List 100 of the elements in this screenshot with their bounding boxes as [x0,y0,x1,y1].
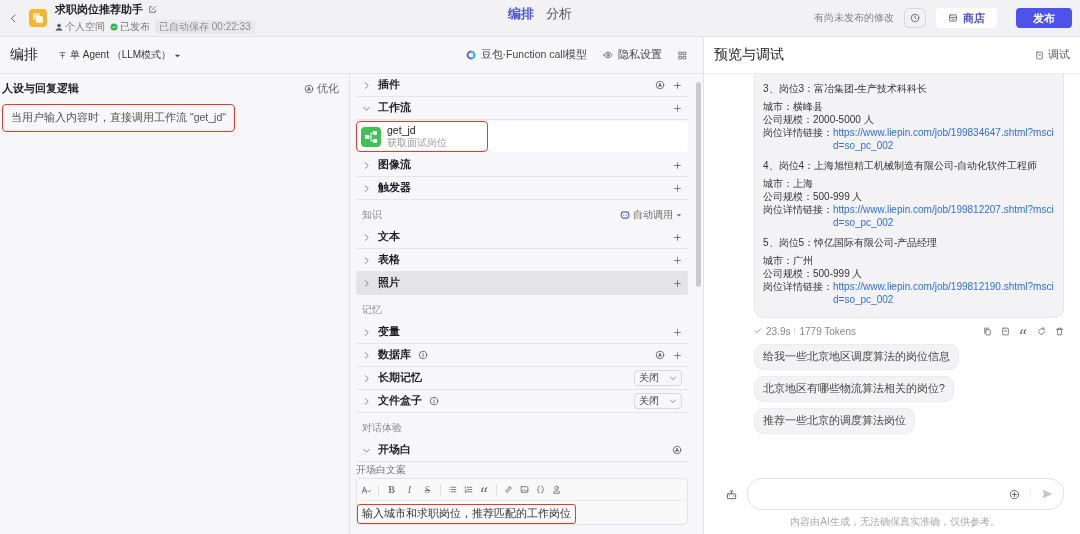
skill-name: 变量 [378,325,400,339]
check-icon [754,327,762,335]
job-heading: 4、岗位4：上海旭恒精工机械制造有限公司-自动化软件工程师 [763,159,1039,172]
tab[interactable]: 分析 [546,5,572,23]
select-dropdown[interactable]: 关闭 [634,393,682,409]
skill-row[interactable]: 变量 [356,321,688,344]
caret-icon [676,212,682,218]
chevron-right-icon [362,327,371,337]
chevron-right-icon [362,350,371,360]
grid-icon [678,50,687,60]
group-label: 对话体验 [362,421,402,435]
job-detail: 公司规模：500-999 人 [763,190,864,203]
add-icon [673,350,682,360]
select-dropdown[interactable]: 关闭 [634,370,682,386]
autosave-label: 已自动保存 00:22:33 [155,20,255,34]
skill-row[interactable]: 文本 [356,226,688,249]
job-detail: 公司规模：500-999 人 [763,267,864,280]
workflow-icon [361,126,381,147]
skill-row[interactable]: 照片 [356,272,688,295]
add-icon [673,327,682,337]
format-button[interactable]: B [386,484,397,495]
debug-button[interactable]: 调试 [1035,48,1070,62]
skill-row[interactable]: 文件盒子 关闭 [356,390,688,413]
send-icon[interactable] [1041,488,1053,500]
add-icon [673,103,682,113]
history-button[interactable] [904,8,926,28]
format-button[interactable]: I [404,484,415,495]
unpublished-note: 有尚未发布的修改 [814,11,894,25]
image-icon [520,485,529,494]
job-heading: 3、岗位3：富冶集团-生产技术科科长 [763,82,929,95]
chevron-right-icon [362,278,371,288]
skill-name: 文本 [378,230,400,244]
skill-name: 图像流 [378,158,411,172]
job-detail: 公司规模：2000-5000 人 [763,113,875,126]
document-icon [1035,50,1044,60]
add-icon [673,183,682,193]
refresh-icon [1037,326,1046,336]
grid-button[interactable] [678,50,687,60]
suggestion-chip[interactable]: 北京地区有哪些物流算法相关的岗位? [754,376,954,402]
suggestion-chip[interactable]: 推荐一些北京的调度算法岗位 [754,408,915,434]
add-circle-icon [1009,488,1020,500]
skill-row[interactable]: 工作流 [356,97,688,120]
add-icon [673,278,682,288]
braces-icon [536,485,545,494]
message-input[interactable] [747,478,1064,510]
panel-title: 预览与调试 [714,46,784,64]
workflow-description: 获取面试岗位 [387,137,447,149]
skill-name: 长期记忆 [378,371,422,385]
job-link[interactable]: https://www.liepin.com/job/199812207.shtml?mscid=so_pc_002 [833,203,1055,229]
job-detail: 城市：上海 [763,177,814,190]
link-label: 岗位详情链接： [763,203,833,217]
auto-call-dropdown[interactable]: 自动调用 [620,208,682,222]
link-label: 岗位详情链接： [763,126,833,140]
skill-row[interactable]: 数据库 [356,344,688,367]
published-icon [110,23,118,31]
skill-row[interactable]: 长期记忆 关闭 [356,367,688,390]
workflow-card[interactable]: get_jd 获取面试岗位 [356,121,688,152]
scrollbar-thumb[interactable] [696,82,701,287]
store-icon [948,13,958,23]
chevron-right-icon [362,373,371,383]
delete-icon [1055,326,1064,336]
opening-editor[interactable]: B I S 输入城市和求职岗位，推荐匹配的工作岗位 [356,478,688,525]
group-label: 记忆 [362,303,382,317]
text-size-icon [361,484,371,495]
model-button[interactable]: 豆包·Function call模型 [465,48,587,62]
status-label: 已发布 [120,20,150,34]
skill-row[interactable]: 触发器 [356,177,688,200]
edit-icon [148,5,157,14]
tab[interactable]: 编排 [508,5,534,23]
job-link[interactable]: https://www.liepin.com/job/199834647.shtml?mscid=so_pc_002 [833,126,1055,152]
auto-icon [304,84,314,94]
prompt-text[interactable]: 当用户输入内容时，直接调用工作流 "get_jd" [2,104,235,132]
skill-name: 数据库 [378,348,411,362]
document-icon [1001,326,1010,336]
agent-mode-dropdown[interactable]: 单 Agent （LLM模式） [58,48,182,62]
workflow-name: get_jd [387,124,417,137]
chevron-right-icon [362,396,371,406]
format-button[interactable]: S [422,484,433,495]
skill-name: 开场白 [378,443,411,457]
skill-name: 工作流 [378,101,411,115]
history-icon [910,13,920,23]
disclaimer: 内容由AI生成，无法确保真实准确，仅供参考。 [789,515,1001,529]
store-button[interactable]: 商店 [936,8,997,28]
optimize-button[interactable]: 优化 [304,82,339,96]
privacy-button[interactable]: 隐私设置 [603,48,662,62]
chevron-down-icon [669,397,677,405]
opening-text: 输入城市和求职岗位，推荐匹配的工作岗位 [357,504,576,524]
publish-button[interactable]: 发布 [1016,8,1072,28]
skill-row[interactable]: 插件 [356,74,688,97]
skill-name: 插件 [378,78,400,92]
skill-row[interactable]: 开场白 [356,439,688,462]
job-link[interactable]: https://www.liepin.com/job/199812190.shtml?mscid=so_pc_002 [833,280,1055,306]
skill-name: 文件盒子 [378,394,422,408]
suggestion-chip[interactable]: 给我一些北京地区调度算法的岗位信息 [754,344,959,370]
section-title: 编排 [10,46,38,64]
add-icon [673,255,682,265]
chevron-right-icon [362,255,371,265]
job-heading: 5、岗位5：悼亿国际有限公司-产品经理 [763,236,939,249]
skill-name: 触发器 [378,181,411,195]
skill-row[interactable]: 图像流 [356,154,688,177]
